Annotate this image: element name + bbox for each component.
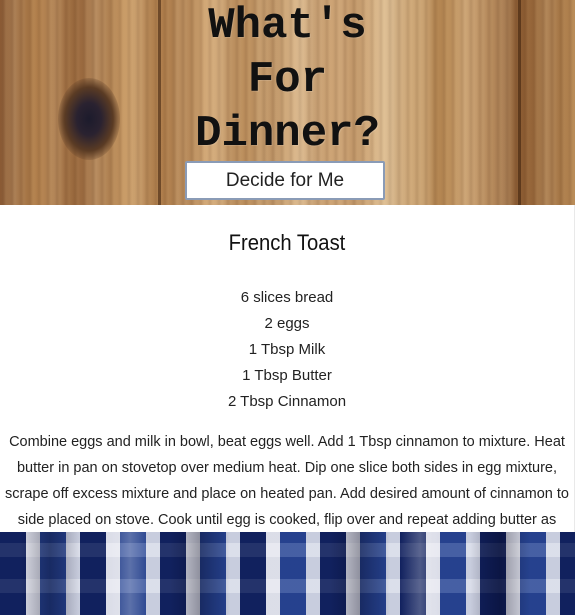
ingredient-item: 1 Tbsp Butter: [242, 367, 332, 384]
cloth-highlight: [400, 532, 440, 615]
cloth-fold: [470, 532, 530, 615]
ingredient-item: 2 Tbsp Cinnamon: [227, 393, 347, 410]
cloth-fold: [330, 532, 390, 615]
ingredient-item: 2 eggs: [264, 315, 310, 332]
title-line: For: [247, 55, 328, 105]
cloth-fold: [170, 532, 230, 615]
cloth-highlight: [110, 532, 150, 615]
page-title: What's For Dinner?: [0, 0, 575, 162]
ingredient-item: 6 slices bread: [240, 289, 334, 306]
wood-header-background: What's For Dinner? Decide for Me: [0, 0, 575, 205]
ingredient-list: 6 slices bread 2 eggs 1 Tbsp Milk 1 Tbsp…: [0, 285, 574, 415]
recipe-card: French Toast 6 slices bread 2 eggs 1 Tbs…: [0, 205, 574, 554]
cloth-fold: [20, 532, 80, 615]
title-line: What's: [208, 1, 367, 51]
recipe-name: French Toast: [228, 230, 346, 255]
plaid-cloth-background: [0, 532, 575, 615]
decide-for-me-button[interactable]: Decide for Me: [185, 161, 385, 200]
ingredient-item: 1 Tbsp Milk: [248, 341, 326, 358]
title-line: Dinner?: [195, 109, 380, 159]
